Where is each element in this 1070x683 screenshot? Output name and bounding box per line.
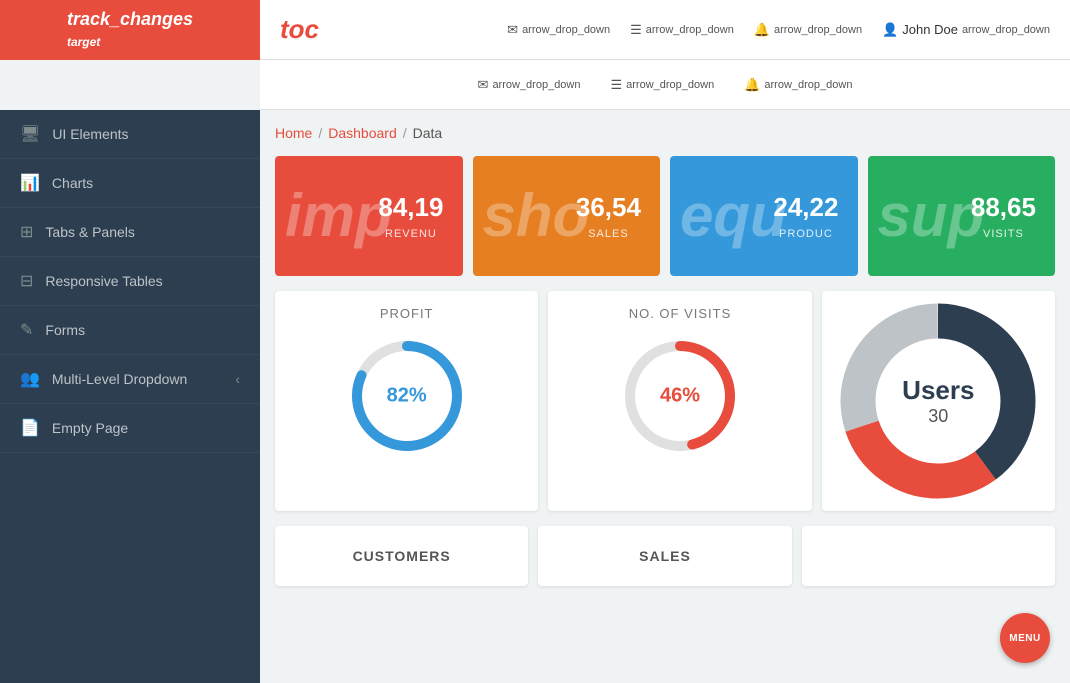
subheader: ✉ arrow_drop_down ☰ arrow_drop_down 🔔 ar… — [260, 60, 1070, 110]
logo-main: track_changes — [67, 9, 193, 29]
users-title: Users — [902, 375, 974, 405]
nav-list[interactable]: ☰ arrow_drop_down — [630, 22, 734, 38]
page-icon: 📄 — [20, 418, 40, 438]
sidebar-label-tabs: Tabs & Panels — [45, 224, 135, 240]
menu-fab[interactable]: MENU — [1000, 613, 1050, 663]
main-content: Home / Dashboard / Data imp 84,19 REVENU… — [260, 110, 1070, 683]
main-layout: 🖥 UI Elements 📊 Charts ⊞ Tabs & Panels ⊟… — [0, 110, 1070, 683]
visits-donut: 46% — [620, 336, 740, 456]
nav-mail[interactable]: ✉ arrow_drop_down — [507, 22, 610, 38]
menu-fab-label: MENU — [1009, 633, 1040, 644]
bottom-sales-card: SALES — [538, 526, 791, 586]
profit-percent: 82% — [387, 385, 427, 408]
bell-icon: 🔔 — [754, 22, 770, 38]
sales-value: 36,54 — [576, 192, 641, 223]
breadcrumb-current: Data — [413, 125, 443, 141]
list-icon: ☰ — [630, 22, 642, 38]
subheader-mail[interactable]: ✉ arrow_drop_down — [478, 77, 581, 93]
subheader-mail-icon: ✉ — [478, 77, 489, 93]
subheader-bell-icon: 🔔 — [744, 77, 760, 93]
bottom-sales-label: SALES — [639, 548, 691, 564]
user-icon: 👤 — [882, 22, 898, 38]
nav-bell[interactable]: 🔔 arrow_drop_down — [754, 22, 862, 38]
subheader-bell-label: arrow_drop_down — [764, 79, 852, 91]
sidebar-item-empty-page[interactable]: 📄 Empty Page — [0, 404, 260, 453]
sidebar-item-charts[interactable]: 📊 Charts — [0, 159, 260, 208]
bottom-row: CUSTOMERS SALES — [275, 526, 1055, 586]
forms-icon: ✎ — [20, 320, 33, 340]
tabs-icon: ⊞ — [20, 222, 33, 242]
products-value: 24,22 — [773, 192, 838, 223]
users-center: Users 30 — [902, 375, 974, 427]
logo-sub: target — [67, 35, 100, 49]
user-dropdown-icon: arrow_drop_down — [962, 24, 1050, 36]
visits-percent: 46% — [660, 385, 700, 408]
nav-actions: ✉ arrow_drop_down ☰ arrow_drop_down 🔔 ar… — [507, 22, 1070, 38]
sidebar-label-dropdown: Multi-Level Dropdown — [52, 371, 187, 387]
nav-list-label: arrow_drop_down — [646, 24, 734, 36]
users-count: 30 — [928, 406, 948, 426]
breadcrumb-sep2: / — [403, 125, 407, 141]
subheader-bell[interactable]: 🔔 arrow_drop_down — [744, 77, 852, 93]
nav-user[interactable]: 👤 John Doe arrow_drop_down — [882, 22, 1050, 38]
stat-card-sales: sho 36,54 SALES — [473, 156, 661, 276]
customers-label: CUSTOMERS — [353, 548, 451, 564]
user-name: John Doe — [902, 22, 958, 37]
subheader-list-icon: ☰ — [611, 77, 623, 93]
profit-donut: 82% — [347, 336, 467, 456]
bottom-empty-card — [802, 526, 1055, 586]
sidebar: 🖥 UI Elements 📊 Charts ⊞ Tabs & Panels ⊟… — [0, 110, 260, 683]
users-donut-wrapper: Users 30 — [828, 291, 1048, 511]
header: track_changes target toc ✉ arrow_drop_do… — [0, 0, 1070, 60]
stats-row: imp 84,19 REVENU sho 36,54 SALES equ 24,… — [275, 156, 1055, 276]
breadcrumb-dashboard[interactable]: Dashboard — [328, 125, 397, 141]
subheader-list[interactable]: ☰ arrow_drop_down — [611, 77, 715, 93]
sidebar-item-tabs[interactable]: ⊞ Tabs & Panels — [0, 208, 260, 257]
sidebar-label-charts: Charts — [52, 175, 93, 191]
table-icon: ⊟ — [20, 271, 33, 291]
breadcrumb-sep1: / — [318, 125, 322, 141]
chevron-left-icon: ‹ — [235, 371, 240, 387]
stat-card-revenue: imp 84,19 REVENU — [275, 156, 463, 276]
sidebar-label-forms: Forms — [45, 322, 85, 338]
dropdown-icon: 👥 — [20, 369, 40, 389]
logo: track_changes target — [0, 0, 260, 60]
customers-card: CUSTOMERS — [275, 526, 528, 586]
users-card: Users 30 — [822, 291, 1055, 511]
sales-label: SALES — [588, 228, 628, 240]
brand-title: toc — [260, 14, 507, 45]
chart-icon: 📊 — [20, 173, 40, 193]
mail-icon: ✉ — [507, 22, 518, 38]
stat-card-products: equ 24,22 PRODUC — [670, 156, 858, 276]
subheader-list-label: arrow_drop_down — [626, 79, 714, 91]
subheader-mail-label: arrow_drop_down — [492, 79, 580, 91]
breadcrumb-home[interactable]: Home — [275, 125, 312, 141]
revenue-label: REVENU — [385, 228, 437, 240]
stat-card-visits: sup 88,65 VISITS — [868, 156, 1056, 276]
sidebar-item-dropdown[interactable]: 👥 Multi-Level Dropdown ‹ — [0, 355, 260, 404]
profit-card: PROFIT 82% — [275, 291, 538, 511]
monitor-icon: 🖥 — [20, 124, 40, 144]
breadcrumb: Home / Dashboard / Data — [275, 125, 1055, 141]
nav-bell-label: arrow_drop_down — [774, 24, 862, 36]
sidebar-item-forms[interactable]: ✎ Forms — [0, 306, 260, 355]
nav-mail-label: arrow_drop_down — [522, 24, 610, 36]
profit-title: PROFIT — [380, 306, 434, 321]
visits-label: VISITS — [983, 228, 1024, 240]
sidebar-item-ui-elements[interactable]: 🖥 UI Elements — [0, 110, 260, 159]
charts-row: PROFIT 82% NO. OF VISITS 46 — [275, 291, 1055, 511]
sidebar-label-tables: Responsive Tables — [45, 273, 162, 289]
visits-value: 88,65 — [971, 192, 1036, 223]
visits-title: NO. OF VISITS — [629, 306, 732, 321]
sidebar-item-tables[interactable]: ⊟ Responsive Tables — [0, 257, 260, 306]
revenue-value: 84,19 — [378, 192, 443, 223]
visits-card: NO. OF VISITS 46% — [548, 291, 811, 511]
sidebar-label-ui-elements: UI Elements — [52, 126, 128, 142]
products-label: PRODUC — [779, 228, 833, 240]
sidebar-label-empty-page: Empty Page — [52, 420, 128, 436]
